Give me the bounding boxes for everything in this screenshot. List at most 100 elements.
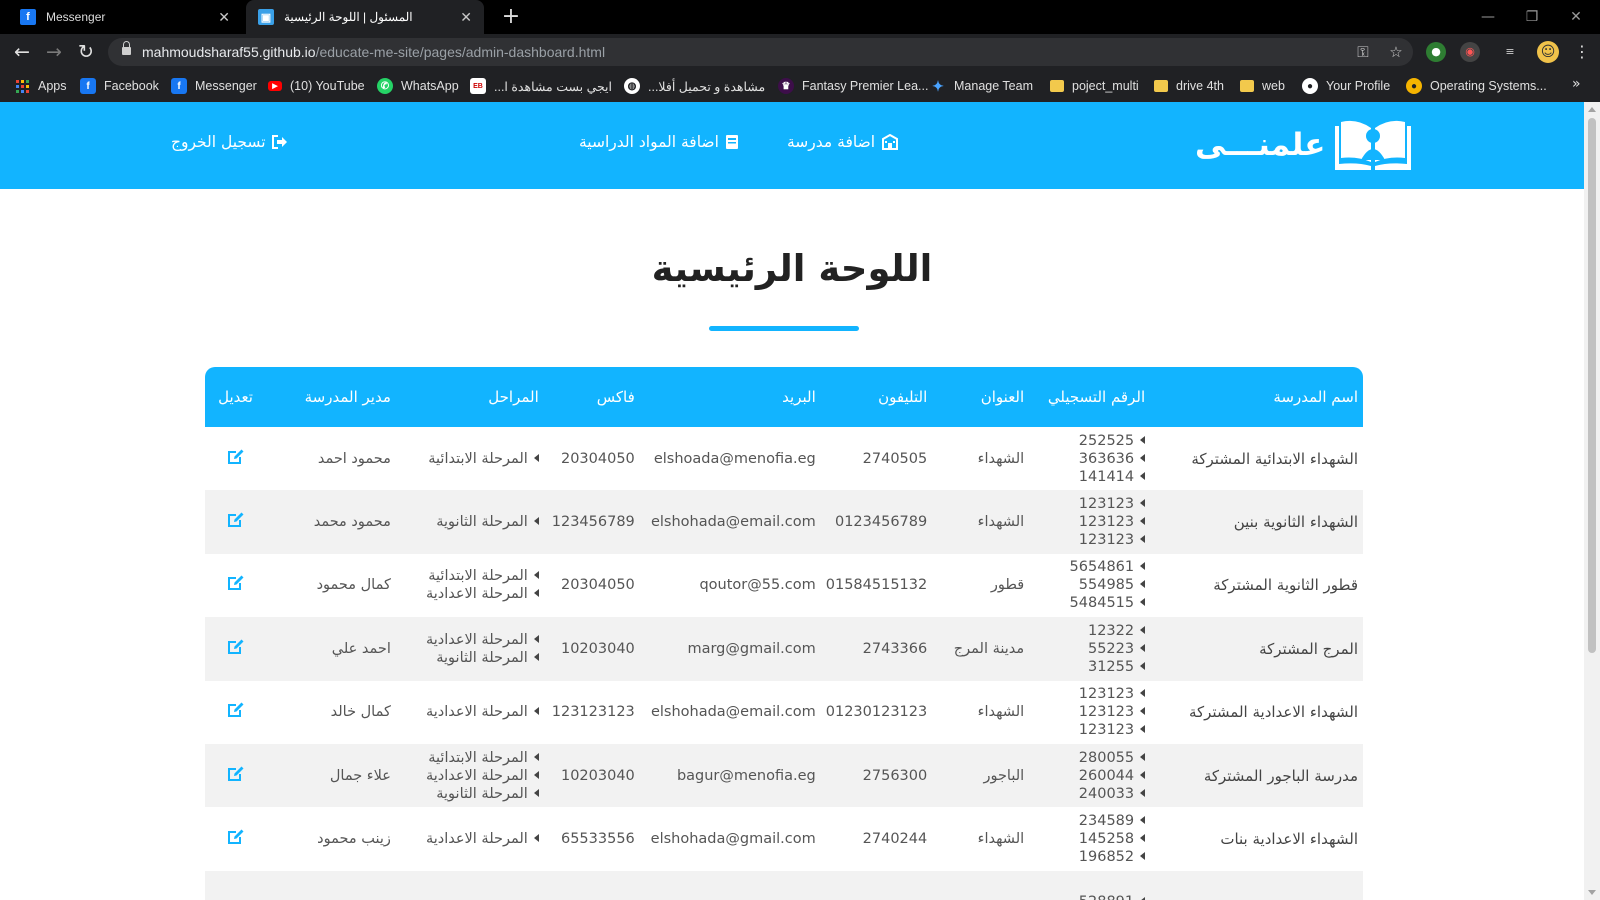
cell-edit bbox=[205, 871, 266, 900]
bookmark-whatsapp[interactable]: ✆ WhatsApp bbox=[377, 70, 459, 102]
bookmark-manage-team[interactable]: ✦ Manage Team bbox=[930, 70, 1033, 102]
minimize-icon[interactable]: — bbox=[1468, 6, 1508, 28]
bookmark-github-profile[interactable]: ● Your Profile bbox=[1302, 70, 1390, 102]
manage-team-icon: ✦ bbox=[932, 77, 944, 94]
reload-icon[interactable]: ↻ bbox=[74, 40, 98, 64]
stage-item-text: المرحلة الابتدائية bbox=[428, 568, 528, 585]
cell-email-text: elshoada@menofia.eg bbox=[653, 450, 816, 467]
cell-phone-text: 0123456789 bbox=[834, 514, 928, 531]
new-tab-button[interactable]: + bbox=[498, 4, 524, 30]
cell-reg-numbers: 528891 bbox=[1029, 871, 1150, 900]
reg-number-item: 5484515 bbox=[1034, 594, 1146, 612]
scroll-down-arrow-icon[interactable] bbox=[1588, 890, 1596, 895]
stage-item: المرحلة الابتدائية bbox=[401, 450, 539, 468]
cell-school-name: مدرسة الباجور المشتركة bbox=[1150, 744, 1363, 807]
bookmark-folder-drive[interactable]: drive 4th bbox=[1154, 70, 1224, 102]
reg-number-item: 252525 bbox=[1034, 432, 1146, 450]
header-stages: المراحل bbox=[488, 388, 539, 406]
header-school-name: اسم المدرسة bbox=[1273, 388, 1358, 406]
cell-principal bbox=[266, 871, 396, 900]
more-options-icon[interactable]: ⋮ bbox=[1574, 42, 1590, 62]
nav-add-school-label: اضافة مدرسة bbox=[787, 133, 876, 151]
stage-item-text: المرحلة الثانوية bbox=[436, 785, 528, 802]
avatar[interactable]: ☺ bbox=[1537, 41, 1559, 63]
cell-phone: 2756300 bbox=[821, 744, 932, 807]
facebook-icon: f bbox=[20, 9, 36, 25]
table-row: 528891 bbox=[205, 870, 1363, 900]
url-text: mahmoudsharaf55.github.io/educate-me-sit… bbox=[142, 44, 606, 60]
extension-icon[interactable]: ◉ bbox=[1460, 42, 1480, 62]
site-logo[interactable]: علمنـــى bbox=[1195, 116, 1413, 174]
cell-phone: 2740244 bbox=[821, 807, 932, 870]
cell-principal-text: علاء جمال bbox=[329, 767, 391, 784]
caret-left-icon bbox=[533, 517, 539, 526]
page-scrollbar[interactable] bbox=[1584, 102, 1600, 900]
window-close-icon[interactable]: ✕ bbox=[1556, 6, 1596, 28]
reg-number-item: 123123 bbox=[1034, 685, 1146, 703]
bookmark-operating-systems[interactable]: ● Operating Systems... bbox=[1406, 70, 1547, 102]
key-icon[interactable]: ⚿ bbox=[1353, 42, 1373, 62]
bookmark-facebook[interactable]: f Facebook bbox=[80, 70, 159, 102]
extension-icon[interactable]: ● bbox=[1426, 42, 1446, 62]
edit-icon[interactable] bbox=[227, 701, 245, 719]
cell-fax: 10203040 bbox=[544, 617, 640, 680]
star-icon[interactable]: ☆ bbox=[1386, 42, 1406, 62]
edit-icon[interactable] bbox=[227, 828, 245, 846]
bookmark-egybest[interactable]: EB ايجي بست مشاهدة ا... bbox=[470, 70, 612, 102]
reg-number-item: 12322 bbox=[1034, 622, 1146, 640]
edit-icon[interactable] bbox=[227, 574, 245, 592]
cell-address-text: مدينة المرج bbox=[953, 640, 1025, 657]
cell-phone-text: 2740505 bbox=[862, 450, 928, 467]
tab-admin-dashboard[interactable]: ▣ المسئول | اللوحة الرئيسية ✕ bbox=[246, 0, 484, 34]
reg-number-item-text: 260044 bbox=[1078, 767, 1135, 784]
nav-add-subjects[interactable]: اضافة المواد الدراسية bbox=[579, 133, 739, 151]
stage-item: المرحلة الابتدائية bbox=[401, 749, 539, 767]
cell-email-text: marg@gmail.com bbox=[687, 640, 816, 657]
close-icon[interactable]: ✕ bbox=[218, 9, 230, 26]
bookmark-folder-web[interactable]: web bbox=[1240, 70, 1285, 102]
reg-number-item-text: 240033 bbox=[1078, 785, 1135, 802]
cell-email: bagur@menofia.eg bbox=[640, 744, 821, 807]
caret-left-icon bbox=[1140, 834, 1146, 843]
edit-icon[interactable] bbox=[227, 638, 245, 656]
cell-address-text: الشهداء bbox=[977, 831, 1025, 848]
caret-left-icon bbox=[1140, 770, 1146, 779]
header-email: البريد bbox=[782, 388, 816, 406]
reg-number-item: 240033 bbox=[1034, 785, 1146, 803]
edit-icon[interactable] bbox=[227, 511, 245, 529]
forward-arrow-icon[interactable]: → bbox=[42, 40, 66, 64]
page-viewport: علمنـــى اضافة مدرسة اضافة المواد الدراس… bbox=[0, 102, 1584, 900]
schools-table-wrapper: اسم المدرسة الرقم التسجيلي العنوان التلي… bbox=[205, 367, 1363, 900]
edit-icon[interactable] bbox=[227, 765, 245, 783]
caret-left-icon bbox=[1140, 625, 1146, 634]
bookmark-folder-poject-multi[interactable]: poject_multi bbox=[1050, 70, 1139, 102]
bookmark-apps[interactable]: Apps bbox=[14, 70, 67, 102]
caret-left-icon bbox=[1140, 517, 1146, 526]
bookmark-movies[interactable]: ◍ مشاهدة و تحميل أفلا... bbox=[624, 70, 765, 102]
close-icon[interactable]: ✕ bbox=[460, 9, 472, 26]
bookmark-fantasy[interactable]: ♛ Fantasy Premier Lea... bbox=[778, 70, 928, 102]
bookmark-messenger[interactable]: f Messenger bbox=[171, 70, 257, 102]
edit-icon[interactable] bbox=[227, 448, 245, 466]
scroll-up-arrow-icon[interactable] bbox=[1588, 107, 1596, 112]
cell-stages: المرحلة الثانوية bbox=[396, 490, 544, 553]
scrollbar-thumb[interactable] bbox=[1588, 118, 1596, 653]
table-row: الشهداء الاعدادية المشتركة 123123 123123 12… bbox=[205, 681, 1363, 744]
cell-fax-text: 10203040 bbox=[560, 640, 635, 657]
cell-principal: كمال خالد bbox=[266, 681, 396, 744]
restore-icon[interactable]: ❐ bbox=[1512, 6, 1552, 28]
reg-number-item: 123123 bbox=[1034, 531, 1146, 549]
cell-email: elshoada@menofia.eg bbox=[640, 427, 821, 490]
nav-add-school[interactable]: اضافة مدرسة bbox=[787, 133, 899, 151]
schools-table: اسم المدرسة الرقم التسجيلي العنوان التلي… bbox=[205, 367, 1363, 900]
caret-left-icon bbox=[1140, 580, 1146, 589]
bookmarks-overflow-icon[interactable]: » bbox=[1572, 76, 1581, 92]
tab-messenger[interactable]: f Messenger ✕ bbox=[8, 0, 242, 34]
media-control-icon[interactable]: ≡ bbox=[1500, 42, 1520, 62]
nav-logout[interactable]: تسجيل الخروج bbox=[171, 133, 288, 151]
caret-left-icon bbox=[1140, 816, 1146, 825]
back-arrow-icon[interactable]: ← bbox=[10, 40, 34, 64]
bookmark-youtube[interactable]: ▶ (10) YouTube bbox=[268, 70, 365, 102]
address-bar[interactable]: mahmoudsharaf55.github.io/educate-me-sit… bbox=[108, 38, 1413, 66]
cell-principal-text: محمود احمد bbox=[317, 450, 391, 467]
